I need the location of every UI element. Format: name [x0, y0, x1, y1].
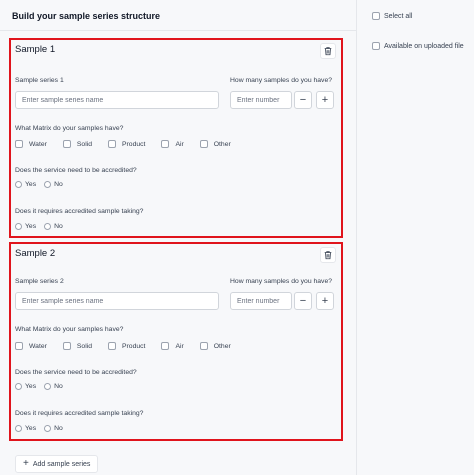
- page-title: Build your sample series structure: [12, 11, 161, 21]
- accredited-no[interactable]: No: [44, 383, 63, 390]
- sample-card-2: Sample 2 Sample series 2 How many sample…: [9, 242, 343, 441]
- title-divider: [0, 30, 356, 31]
- matrix-question: What Matrix do your samples have?: [15, 125, 124, 132]
- radio[interactable]: [44, 223, 52, 230]
- sample-taking-options: Yes No: [15, 425, 71, 432]
- matrix-options: Water Solid Product Air Other: [15, 140, 243, 148]
- sample-count-label: How many samples do you have?: [230, 278, 333, 285]
- matrix-option-product[interactable]: Product: [108, 342, 145, 350]
- sample-series-label: Sample series 1: [15, 77, 64, 84]
- matrix-option-other[interactable]: Other: [199, 342, 231, 350]
- sample-taking-yes[interactable]: Yes: [15, 223, 36, 230]
- matrix-option-product[interactable]: Product: [108, 140, 145, 148]
- sample-taking-no[interactable]: No: [44, 223, 63, 230]
- sample-taking-yes[interactable]: Yes: [15, 425, 36, 432]
- radio[interactable]: [44, 383, 52, 390]
- checkbox[interactable]: [15, 140, 23, 148]
- checkbox[interactable]: [108, 342, 116, 350]
- checkbox[interactable]: [199, 342, 208, 350]
- accredited-options: Yes No: [15, 383, 71, 390]
- delete-sample-button[interactable]: [320, 43, 336, 59]
- accredited-yes[interactable]: Yes: [15, 181, 36, 188]
- matrix-option-water[interactable]: Water: [15, 342, 47, 350]
- checkbox[interactable]: [62, 140, 71, 148]
- main-panel: Build your sample series structure Sampl…: [0, 0, 356, 475]
- matrix-option-other[interactable]: Other: [199, 140, 231, 148]
- radio[interactable]: [15, 425, 22, 432]
- increment-button[interactable]: +: [316, 292, 334, 310]
- trash-icon: [324, 251, 332, 260]
- sample-series-name-input[interactable]: [15, 292, 219, 310]
- matrix-options: Water Solid Product Air Other: [15, 342, 243, 350]
- sample-count-input[interactable]: [230, 91, 292, 109]
- select-all-label: Select all: [384, 12, 413, 20]
- checkbox[interactable]: [161, 342, 170, 350]
- matrix-option-air[interactable]: Air: [161, 342, 184, 350]
- sample-taking-options: Yes No: [15, 223, 71, 230]
- available-on-file-checkbox[interactable]: [372, 42, 380, 50]
- sample-series-name-input[interactable]: [15, 91, 219, 109]
- sample-series-label: Sample series 2: [15, 278, 64, 285]
- radio[interactable]: [44, 181, 52, 188]
- sample-card-title: Sample 2: [15, 248, 56, 259]
- decrement-button[interactable]: −: [294, 292, 312, 310]
- sample-count-label: How many samples do you have?: [230, 77, 333, 84]
- radio[interactable]: [44, 425, 52, 432]
- side-panel: Select all Available on uploaded file: [356, 0, 474, 475]
- add-sample-series-label: Add sample series: [32, 460, 91, 468]
- matrix-option-solid[interactable]: Solid: [62, 342, 92, 350]
- sample-card-title: Sample 1: [15, 44, 56, 55]
- accredited-question: Does the service need to be accredited?: [15, 167, 137, 174]
- sample-taking-no[interactable]: No: [44, 425, 63, 432]
- radio[interactable]: [15, 223, 22, 230]
- sample-taking-question: Does it requires accredited sample takin…: [15, 410, 144, 417]
- sample-taking-question: Does it requires accredited sample takin…: [15, 208, 144, 215]
- matrix-option-air[interactable]: Air: [161, 140, 184, 148]
- radio[interactable]: [15, 383, 22, 390]
- checkbox[interactable]: [15, 342, 23, 350]
- select-all-checkbox[interactable]: [372, 12, 380, 20]
- decrement-button[interactable]: −: [294, 91, 312, 109]
- increment-button[interactable]: +: [316, 91, 334, 109]
- accredited-question: Does the service need to be accredited?: [15, 369, 137, 376]
- accredited-yes[interactable]: Yes: [15, 383, 36, 390]
- matrix-option-water[interactable]: Water: [15, 140, 47, 148]
- delete-sample-button[interactable]: [320, 247, 336, 263]
- available-on-file-option[interactable]: Available on uploaded file: [372, 42, 464, 50]
- sample-count-input[interactable]: [230, 292, 292, 310]
- accredited-options: Yes No: [15, 181, 71, 188]
- checkbox[interactable]: [62, 342, 71, 350]
- available-on-file-label: Available on uploaded file: [384, 42, 464, 50]
- trash-icon: [324, 47, 332, 56]
- radio[interactable]: [15, 181, 22, 188]
- sample-card-1: Sample 1 Sample series 1 How many sample…: [9, 38, 343, 238]
- accredited-no[interactable]: No: [44, 181, 63, 188]
- add-sample-series-button[interactable]: + Add sample series: [15, 455, 99, 473]
- matrix-option-solid[interactable]: Solid: [62, 140, 92, 148]
- checkbox[interactable]: [161, 140, 170, 148]
- checkbox[interactable]: [199, 140, 208, 148]
- select-all-option[interactable]: Select all: [372, 12, 412, 20]
- matrix-question: What Matrix do your samples have?: [15, 326, 124, 333]
- plus-icon: +: [23, 458, 29, 469]
- checkbox[interactable]: [108, 140, 116, 148]
